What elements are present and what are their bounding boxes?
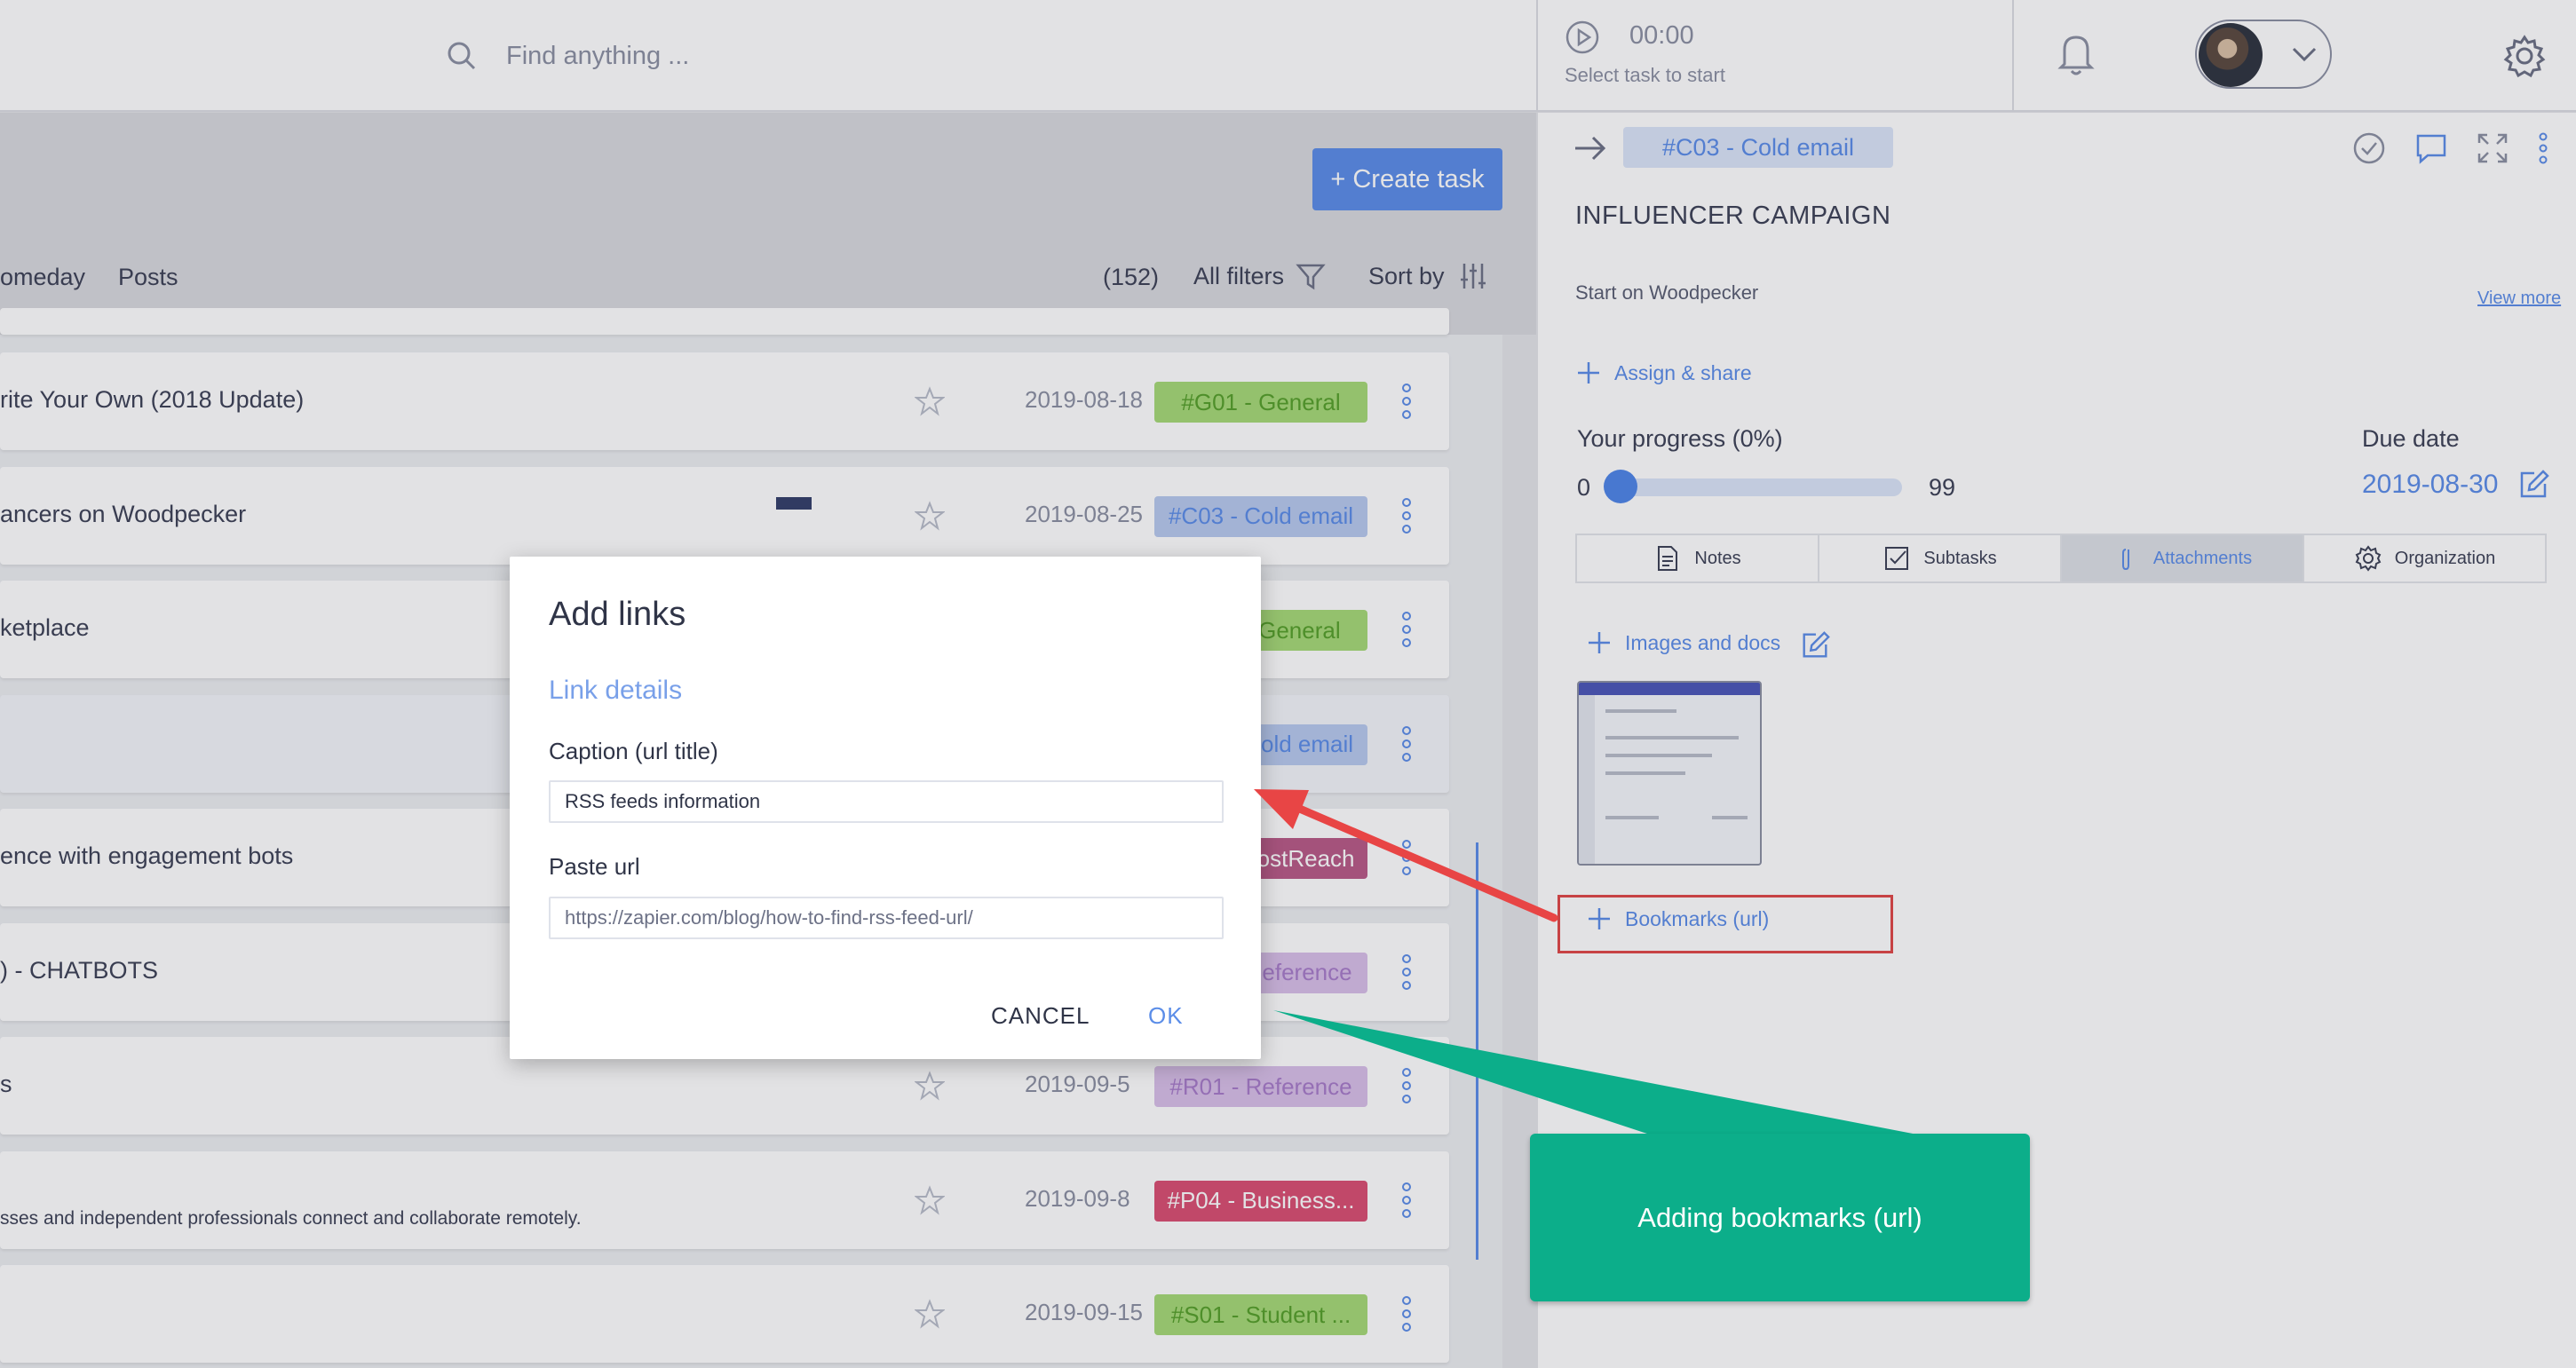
add-links-dialog: Add links Link details Caption (url titl… (510, 557, 1261, 1059)
caption-input[interactable]: RSS feeds information (549, 780, 1224, 823)
url-input[interactable]: https://zapier.com/blog/how-to-find-rss-… (549, 897, 1224, 939)
dialog-title: Add links (549, 596, 686, 633)
caption-label: Caption (url title) (549, 738, 718, 764)
url-label: Paste url (549, 853, 640, 880)
link-details-heading: Link details (549, 676, 683, 705)
cancel-button[interactable]: CANCEL (991, 1002, 1090, 1030)
modal-overlay (0, 0, 2576, 1368)
ok-button[interactable]: OK (1148, 1002, 1184, 1030)
callout-box: Adding bookmarks (url) (1530, 1134, 2030, 1301)
